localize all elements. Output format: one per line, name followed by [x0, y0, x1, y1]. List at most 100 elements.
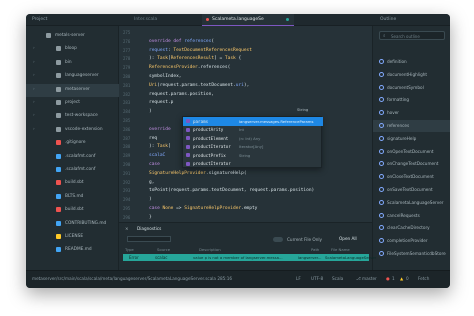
status-warning-count[interactable]: 0: [406, 276, 409, 281]
outline-item[interactable]: documentHighlight: [373, 69, 450, 81]
code-token: req: [149, 135, 158, 141]
outline-item[interactable]: onChangeTextDocument: [373, 158, 450, 170]
tree-item[interactable]: › project: [26, 97, 119, 110]
tree-item[interactable]: › bloop: [26, 43, 119, 56]
diagnostic-row[interactable]: Error scalac value p is not a member of …: [123, 254, 376, 261]
completion-detail: langserver.messages.ReferenceParams: [239, 118, 314, 124]
file-icon: [56, 180, 61, 186]
tree-item[interactable]: CONTRIBUTING.md: [26, 218, 119, 231]
folder-icon: [56, 46, 61, 52]
line-number: 281: [123, 82, 131, 88]
line-number: 283: [123, 100, 131, 106]
tree-item[interactable]: .scalafmt.conf: [26, 151, 119, 164]
tree-item[interactable]: .scalafmt.conf: [26, 164, 119, 177]
col-header-type[interactable]: Type: [125, 247, 134, 252]
outline-item-label: signatureHelp: [387, 135, 417, 141]
diagnostics-filter-input[interactable]: [127, 236, 171, 242]
outline-item[interactable]: signatureHelp: [373, 133, 450, 145]
tree-item[interactable]: BLTS.md: [26, 191, 119, 204]
completion-item[interactable]: productPrefix String: [183, 151, 323, 160]
col-header-path[interactable]: Path: [311, 247, 319, 252]
completion-item[interactable]: productIterator Iterator[Any]: [183, 143, 323, 152]
outline-item[interactable]: definition: [373, 56, 450, 68]
tree-item-label: .scalafmt.conf: [65, 167, 96, 172]
code-line: toPoint(request.params.textDocument, req…: [149, 188, 314, 193]
status-bar: metaserver/src/main/scala/scala/meta/lan…: [26, 270, 450, 288]
diagnostics-close-icon[interactable]: ×: [125, 226, 129, 231]
tree-item[interactable]: LICENSE: [26, 231, 119, 244]
chevron-right-icon[interactable]: ›: [33, 73, 35, 78]
code-token: ):: [149, 144, 158, 150]
outline-item[interactable]: onCloseTextDocument: [373, 171, 450, 183]
line-number: 277: [123, 47, 131, 53]
outline-item[interactable]: documentSymbol: [373, 82, 450, 94]
tree-item[interactable]: › test-workspace: [26, 110, 119, 123]
status-branch[interactable]: master: [362, 276, 377, 281]
tree-item[interactable]: › metaserver: [26, 83, 119, 97]
outline-item[interactable]: completionProvider: [373, 235, 450, 247]
tree-item[interactable]: .gitignore: [26, 137, 119, 150]
diagnostic-path: langserver...: [298, 255, 322, 260]
status-file-path[interactable]: metaserver/src/main/scala/scala/meta/lan…: [32, 276, 232, 281]
col-header-description[interactable]: Description: [199, 247, 221, 252]
completion-item[interactable]: productIterator: [183, 160, 323, 169]
markdown-icon: [56, 220, 61, 226]
code-line: ): Task[: [149, 144, 171, 149]
current-file-label: Current File Only: [287, 236, 322, 242]
status-line-ending[interactable]: LF: [296, 276, 301, 281]
chevron-right-icon[interactable]: ›: [33, 60, 35, 65]
code-token: .empty: [241, 206, 258, 211]
symbol-icon: [379, 225, 384, 231]
outline-item[interactable]: FileSystemSemanticdbStore: [373, 248, 450, 260]
outline-item[interactable]: onOpenTextDocument: [373, 146, 450, 158]
status-language[interactable]: Scala: [332, 276, 343, 281]
tab-scalameta-languageserver[interactable]: Scalameta.languageSe: [202, 14, 294, 26]
tree-item-label: build.sbt: [65, 180, 84, 186]
completion-label: params: [193, 118, 209, 124]
chevron-right-icon[interactable]: ›: [33, 100, 35, 105]
completion-item[interactable]: productElement (n: Int) Any: [183, 134, 323, 143]
tree-item[interactable]: › bin: [26, 57, 119, 70]
code-token: g,: [149, 179, 155, 185]
tree-item[interactable]: › vscode-extension: [26, 124, 119, 137]
chevron-right-icon[interactable]: ›: [33, 113, 35, 118]
code-line: request.params.position,: [149, 92, 214, 97]
outline-item-label: completionProvider: [387, 238, 428, 244]
col-header-file-name[interactable]: File Name: [331, 247, 350, 252]
tree-item-label: build.sbt: [65, 207, 84, 213]
open-all-button[interactable]: Open All: [339, 236, 357, 241]
chevron-right-icon[interactable]: ›: [33, 127, 35, 132]
diagnostic-source: scalac: [155, 255, 168, 260]
completion-item[interactable]: productArity Int: [183, 126, 323, 135]
tree-item[interactable]: README.md: [26, 244, 119, 257]
code-token: override: [149, 126, 171, 132]
project-panel-title: Project: [32, 17, 48, 22]
completion-item[interactable]: params langserver.messages.ReferenceParam…: [183, 117, 323, 126]
outline-item[interactable]: references: [373, 120, 450, 132]
outline-item[interactable]: ScalametaLanguageServer: [373, 197, 450, 209]
tree-item[interactable]: build.sbt: [26, 177, 119, 190]
outline-item-label: hover: [387, 110, 399, 116]
tab-inter-scala[interactable]: Inter.scala: [134, 17, 157, 22]
col-header-source[interactable]: Source: [157, 247, 170, 252]
current-file-toggle[interactable]: [273, 237, 283, 242]
fetch-button[interactable]: Fetch: [418, 276, 429, 281]
line-number: 284: [123, 109, 131, 115]
outline-item[interactable]: onSaveTextDocument: [373, 184, 450, 196]
tree-item[interactable]: ›metals-server: [26, 30, 119, 43]
code-token: scalaC: [149, 153, 166, 159]
chevron-right-icon[interactable]: ›: [33, 46, 35, 51]
outline-search-input[interactable]: ⌕ Search outline: [379, 31, 445, 40]
chevron-right-icon[interactable]: ›: [33, 87, 35, 92]
outline-item[interactable]: formatting: [373, 94, 450, 106]
line-number: 289: [123, 153, 131, 159]
outline-item[interactable]: cancelRequests: [373, 210, 450, 222]
outline-item[interactable]: hover: [373, 107, 450, 119]
tree-item[interactable]: build.sbt: [26, 204, 119, 217]
status-error-count[interactable]: 1: [392, 276, 395, 281]
tree-item[interactable]: › languageserver: [26, 70, 119, 83]
status-encoding[interactable]: UTF-8: [311, 276, 323, 281]
symbol-icon: [379, 84, 384, 90]
outline-item[interactable]: clearCacheDirectory: [373, 222, 450, 234]
completion-detail: String: [239, 152, 251, 158]
